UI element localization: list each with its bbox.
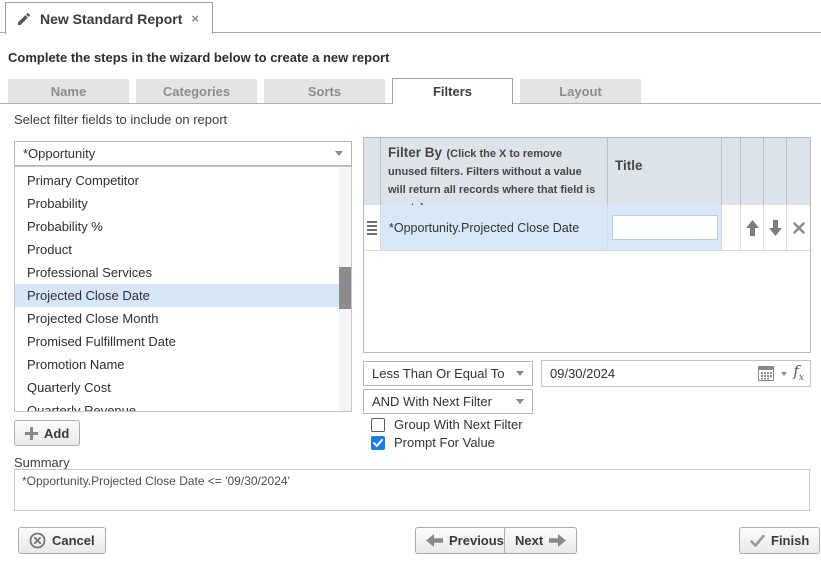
drag-handle[interactable] (364, 205, 381, 251)
tab-layout[interactable]: Layout (520, 79, 641, 103)
field-list: Primary Competitor Probability Probabili… (14, 166, 352, 412)
filter-value-field: fx (541, 360, 811, 387)
filter-fields-label: Select filter fields to include on repor… (14, 112, 227, 127)
operator-select[interactable]: Less Than Or Equal To (363, 361, 533, 386)
list-item[interactable]: Quarterly Revenue (15, 399, 339, 412)
list-item-selected[interactable]: Projected Close Date (15, 284, 339, 307)
next-button[interactable]: Next (504, 527, 577, 554)
document-tabbar: New Standard Report × (0, 0, 821, 33)
chevron-down-icon (335, 151, 343, 156)
chevron-down-icon (516, 399, 524, 404)
list-item[interactable]: Probability % (15, 215, 339, 238)
list-item[interactable]: Primary Competitor (15, 169, 339, 192)
checkmark-icon (373, 439, 383, 447)
add-button[interactable]: Add (14, 420, 80, 446)
left-arrow-icon (426, 534, 443, 547)
tab-filters[interactable]: Filters (392, 78, 513, 104)
filter-table-header: Filter By (Click the X to remove unused … (364, 138, 810, 205)
close-icon[interactable]: × (190, 11, 200, 26)
finish-button-label: Finish (771, 533, 809, 548)
tab-sorts[interactable]: Sorts (264, 79, 385, 103)
remove-icon (793, 222, 805, 234)
table-select-value: *Opportunity (23, 146, 95, 161)
calendar-dropdown-icon[interactable] (781, 372, 787, 376)
drag-handle-icon (367, 220, 377, 236)
checkmark-icon (750, 535, 765, 547)
tab-name[interactable]: Name (8, 79, 129, 103)
remove-filter-button[interactable] (787, 205, 810, 251)
tab-categories[interactable]: Categories (136, 79, 257, 103)
move-up-button[interactable] (741, 205, 764, 251)
filter-field-name: *Opportunity.Projected Close Date (381, 205, 608, 251)
calendar-icon[interactable] (758, 366, 774, 381)
filter-row: *Opportunity.Projected Close Date (364, 205, 810, 251)
operator-select-value: Less Than Or Equal To (372, 366, 505, 381)
next-button-label: Next (515, 533, 543, 548)
document-tab-title: New Standard Report (40, 11, 182, 27)
scrollbar-thumb[interactable] (339, 267, 351, 309)
list-item[interactable]: Promised Fulfillment Date (15, 330, 339, 353)
up-arrow-icon (746, 220, 759, 236)
previous-button[interactable]: Previous (415, 527, 515, 554)
list-item[interactable]: Product (15, 238, 339, 261)
summary-text: *Opportunity.Projected Close Date <= '09… (22, 474, 290, 488)
group-checkbox-label: Group With Next Filter (394, 417, 523, 432)
chevron-down-icon (516, 371, 524, 376)
formula-icon[interactable]: fx (793, 364, 804, 383)
list-item[interactable]: Professional Services (15, 261, 339, 284)
finish-button[interactable]: Finish (739, 527, 820, 554)
list-scrollbar[interactable] (339, 167, 351, 411)
connector-select[interactable]: AND With Next Filter (363, 389, 533, 414)
summary-label: Summary (14, 455, 70, 470)
connector-select-value: AND With Next Filter (372, 394, 492, 409)
filter-by-header-title: Filter By (388, 145, 442, 160)
cancel-button-label: Cancel (52, 533, 95, 548)
cancel-circle-icon (29, 532, 46, 549)
cancel-button[interactable]: Cancel (18, 527, 106, 554)
list-item[interactable]: Promotion Name (15, 353, 339, 376)
report-wizard-window: New Standard Report × Complete the steps… (0, 0, 821, 567)
add-button-label: Add (44, 426, 69, 441)
plus-icon (25, 427, 38, 440)
right-arrow-icon (549, 534, 566, 547)
title-input[interactable] (612, 215, 718, 240)
report-document-tab[interactable]: New Standard Report × (5, 2, 213, 34)
list-item[interactable]: Quarterly Cost (15, 376, 339, 399)
group-checkbox-row[interactable]: Group With Next Filter (371, 417, 523, 432)
group-checkbox[interactable] (371, 418, 385, 432)
previous-button-label: Previous (449, 533, 504, 548)
table-select[interactable]: *Opportunity (14, 141, 352, 166)
list-item[interactable]: Probability (15, 192, 339, 215)
wizard-instruction: Complete the steps in the wizard below t… (8, 50, 389, 65)
move-down-button[interactable] (764, 205, 787, 251)
pencil-icon (16, 11, 32, 27)
spacer-cell (722, 205, 741, 251)
prompt-checkbox[interactable] (371, 436, 385, 450)
list-item[interactable]: Projected Close Month (15, 307, 339, 330)
filter-table: Filter By (Click the X to remove unused … (363, 137, 811, 353)
title-cell (608, 205, 722, 251)
value-input[interactable] (550, 366, 758, 381)
prompt-checkbox-row[interactable]: Prompt For Value (371, 435, 495, 450)
prompt-checkbox-label: Prompt For Value (394, 435, 495, 450)
field-list-items: Primary Competitor Probability Probabili… (15, 169, 339, 412)
summary-box: *Opportunity.Projected Close Date <= '09… (14, 469, 810, 511)
down-arrow-icon (769, 220, 782, 236)
